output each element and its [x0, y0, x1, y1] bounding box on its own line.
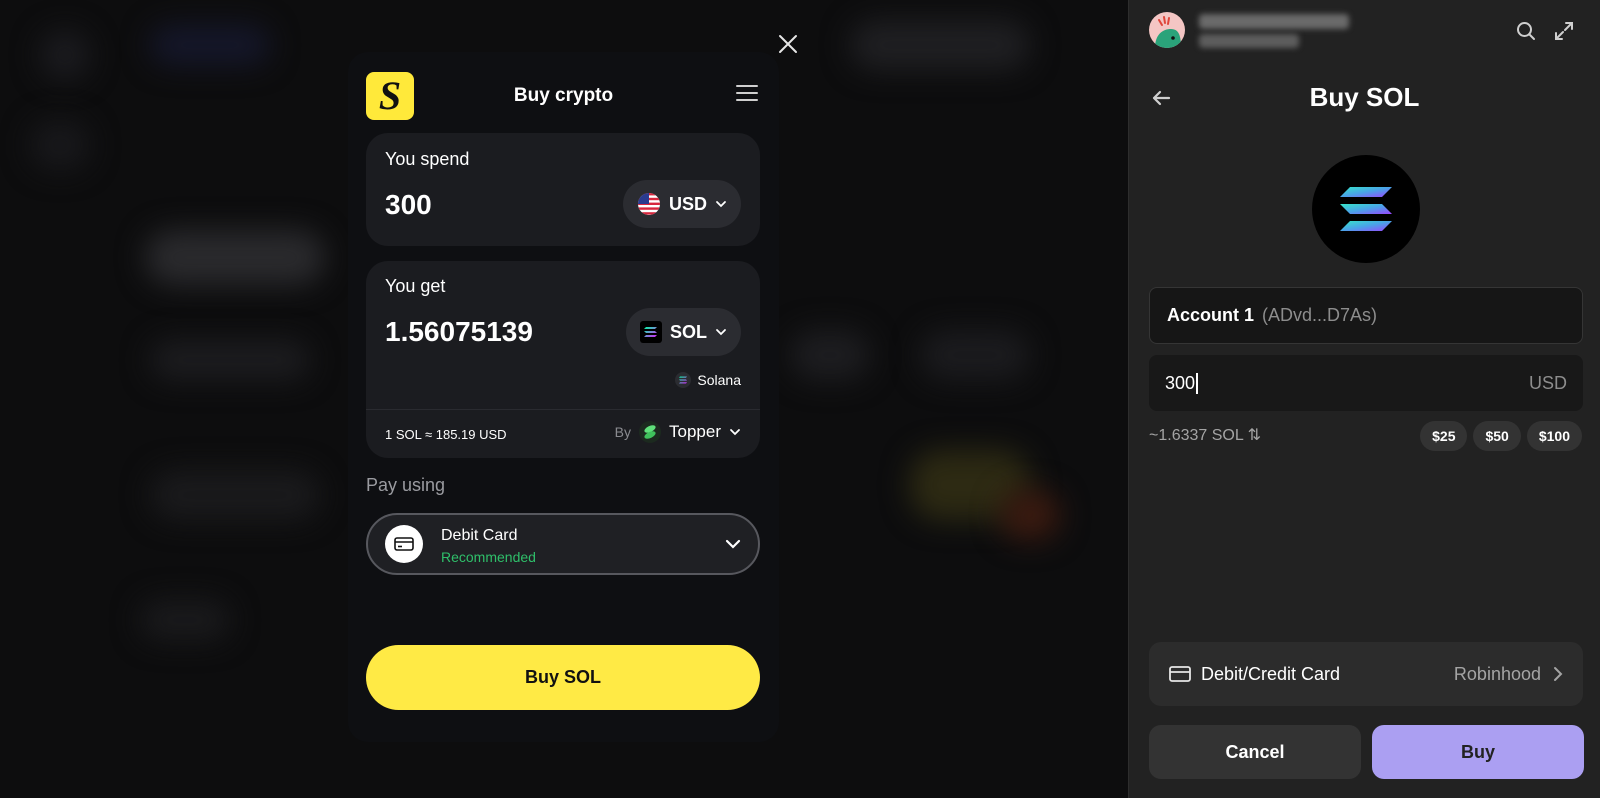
spend-amount-input[interactable]: 300	[385, 189, 432, 221]
solana-token-icon	[1312, 155, 1420, 263]
chevron-right-icon	[1554, 667, 1563, 681]
amount-input[interactable]: 300 USD	[1149, 355, 1583, 411]
quick-amount-25-button[interactable]: $25	[1420, 421, 1468, 451]
get-card: You get 1.56075139 SOL Solana 1 SOL ≈ 18…	[366, 261, 760, 458]
quick-amount-100-button[interactable]: $100	[1526, 421, 1582, 451]
credit-card-icon	[1169, 666, 1191, 682]
network-label: Solana	[697, 372, 741, 388]
modal-title: Buy crypto	[513, 85, 614, 106]
search-icon[interactable]	[1515, 20, 1537, 42]
network-badge: Solana	[675, 372, 741, 388]
spend-label: You spend	[385, 149, 470, 169]
spend-currency-select[interactable]: USD	[622, 180, 741, 228]
provider-select[interactable]: By Topper	[615, 421, 741, 443]
solana-icon	[639, 321, 662, 343]
account-name: Account 1	[1167, 305, 1255, 325]
chevron-down-icon	[716, 329, 726, 336]
us-flag-icon	[637, 193, 660, 215]
conversion-toggle[interactable]: ~1.6337 SOL ⇅	[1149, 425, 1261, 445]
provider-name: Topper	[669, 422, 721, 441]
wallet-panel: Buy SOL Account 1 (ADvd...D7As) 300 USD …	[1128, 0, 1600, 798]
payment-method-name: Debit Card	[441, 527, 518, 544]
close-icon[interactable]	[776, 32, 800, 56]
chevron-down-icon	[725, 539, 741, 549]
payment-method-select[interactable]: Debit Card Recommended	[366, 513, 760, 575]
get-currency-select[interactable]: SOL	[625, 308, 741, 356]
payment-method-name: Debit/Credit Card	[1201, 663, 1341, 684]
get-amount: 1.56075139	[385, 316, 533, 347]
spend-currency-label: USD	[668, 193, 707, 214]
account-address: (ADvd...D7As)	[1262, 305, 1378, 325]
avatar[interactable]	[1149, 12, 1185, 48]
buy-sol-button[interactable]: Buy SOL	[366, 645, 760, 710]
amount-currency: USD	[1528, 372, 1567, 393]
solana-network-icon	[675, 372, 692, 388]
credit-card-icon	[385, 525, 423, 563]
amount-value: 300	[1165, 372, 1199, 394]
account-name-blurred	[1199, 12, 1349, 48]
buy-button[interactable]: Buy	[1372, 725, 1584, 779]
hamburger-menu-icon[interactable]	[735, 84, 759, 102]
provider-by-label: By	[614, 424, 632, 440]
account-selector[interactable]: Account 1 (ADvd...D7As)	[1149, 287, 1583, 344]
quick-amount-50-button[interactable]: $50	[1473, 421, 1521, 451]
cancel-button[interactable]: Cancel	[1149, 725, 1361, 779]
pay-using-label: Pay using	[366, 475, 446, 495]
chevron-down-icon	[730, 429, 740, 436]
get-label: You get	[385, 276, 446, 296]
page-title: Buy SOL	[1309, 82, 1420, 112]
payment-provider: Robinhood	[1453, 663, 1541, 684]
payment-method-row[interactable]: Debit/Credit Card Robinhood	[1149, 642, 1583, 706]
divider	[366, 409, 760, 410]
spend-card: You spend 300 USD	[366, 133, 760, 246]
topper-provider-icon	[639, 421, 662, 443]
chevron-down-icon	[716, 201, 726, 208]
recommended-tag: Recommended	[441, 549, 536, 565]
quick-amounts: $25 $50 $100	[1420, 421, 1582, 451]
get-currency-label: SOL	[669, 321, 707, 342]
buy-crypto-modal: S Buy crypto You spend 300 USD You get 1…	[348, 52, 779, 742]
exchange-rate: 1 SOL ≈ 185.19 USD	[385, 427, 507, 442]
expand-icon[interactable]	[1553, 20, 1575, 42]
